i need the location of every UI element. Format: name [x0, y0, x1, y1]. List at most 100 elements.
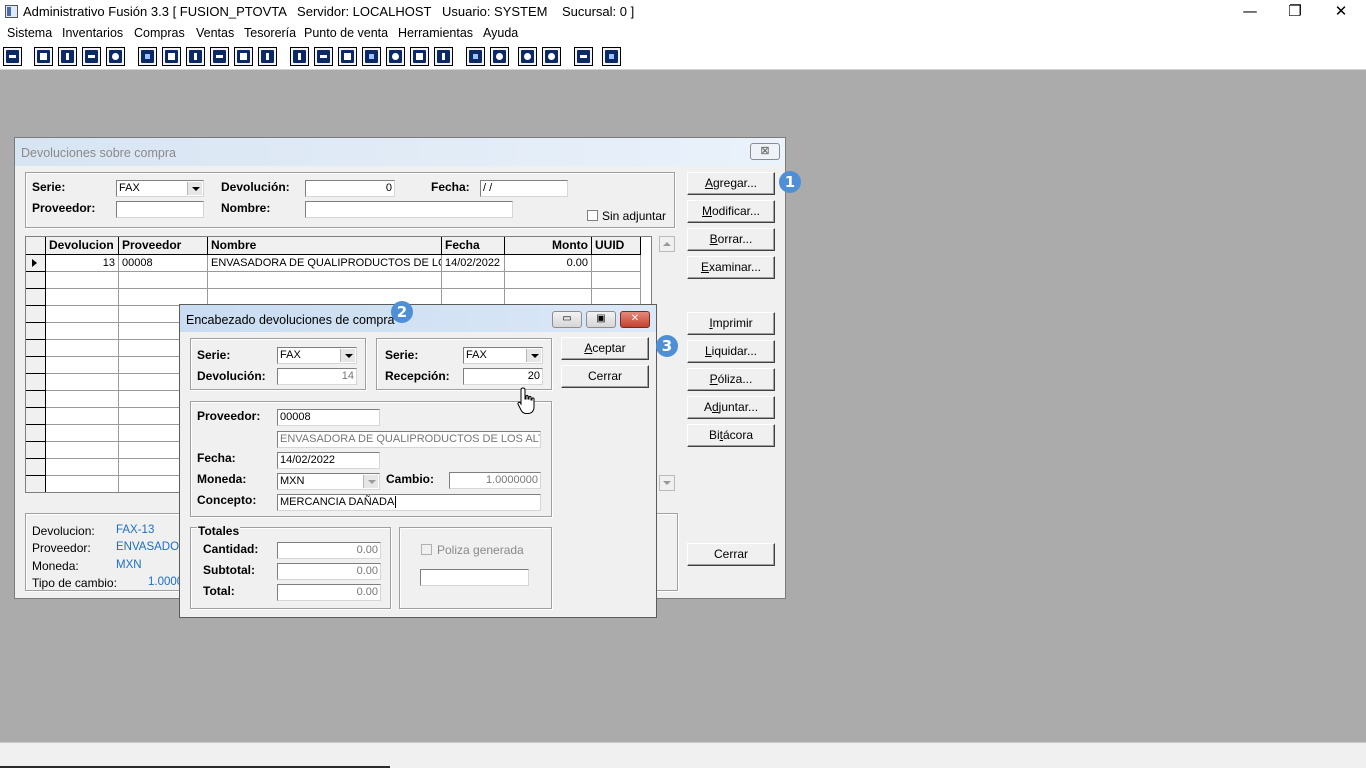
- table-row[interactable]: [592, 272, 641, 289]
- table-row[interactable]: 13: [46, 255, 119, 272]
- sin-adjuntar-checkbox[interactable]: [587, 210, 598, 221]
- report-icon[interactable]: [410, 47, 429, 66]
- undo-icon[interactable]: [542, 47, 561, 66]
- col-monto[interactable]: Monto: [505, 237, 592, 255]
- fecha-filter-input[interactable]: / /: [480, 180, 568, 197]
- row-selector[interactable]: [26, 425, 46, 442]
- table-icon[interactable]: [434, 47, 453, 66]
- serie2-combo[interactable]: FAX: [463, 347, 543, 364]
- row-selector[interactable]: [26, 323, 46, 340]
- liquidar-button[interactable]: Liquidar...: [687, 340, 775, 363]
- table-row[interactable]: [442, 272, 505, 289]
- dialog-close-icon[interactable]: ✕: [620, 311, 650, 328]
- transfer-icon[interactable]: [82, 47, 101, 66]
- close-button[interactable]: ✕: [1318, 0, 1364, 24]
- add-icon[interactable]: [362, 47, 381, 66]
- table-row[interactable]: [46, 272, 119, 289]
- poliza-generada-checkbox[interactable]: [421, 544, 432, 555]
- row-selector[interactable]: [26, 391, 46, 408]
- table-row[interactable]: [46, 374, 119, 391]
- row-selector[interactable]: [26, 476, 46, 492]
- grid-scrollbar[interactable]: [659, 236, 676, 493]
- table-row[interactable]: [505, 272, 592, 289]
- dialog-fecha-input[interactable]: 14/02/2022: [277, 452, 380, 469]
- dialog-proveedor-input[interactable]: 00008: [277, 409, 380, 426]
- pillars-icon[interactable]: [290, 47, 309, 66]
- folder-icon[interactable]: [162, 47, 181, 66]
- nombre-filter-input[interactable]: [305, 201, 513, 218]
- menu-punto-de-venta[interactable]: Punto de venta: [304, 26, 388, 40]
- table-row[interactable]: [46, 357, 119, 374]
- table-row[interactable]: [46, 391, 119, 408]
- table-row[interactable]: 0.00: [505, 255, 592, 272]
- recepcion-input[interactable]: 20: [463, 368, 543, 385]
- serie-combo[interactable]: FAX: [116, 180, 204, 197]
- back-icon[interactable]: [574, 47, 593, 66]
- table-row[interactable]: [46, 306, 119, 323]
- row-selector[interactable]: [26, 255, 46, 272]
- export-icon[interactable]: [338, 47, 357, 66]
- col-fecha[interactable]: Fecha: [442, 237, 505, 255]
- refresh-icon[interactable]: [518, 47, 537, 66]
- adjuntar-button[interactable]: Adjuntar...: [687, 396, 775, 419]
- col-nombre[interactable]: Nombre: [208, 237, 442, 255]
- search-icon[interactable]: [106, 47, 125, 66]
- poliza-button[interactable]: Póliza...: [687, 368, 775, 391]
- home-icon[interactable]: [466, 47, 485, 66]
- page-icon[interactable]: [234, 47, 253, 66]
- imprimir-button[interactable]: Imprimir: [687, 312, 775, 335]
- examinar-button[interactable]: Examinar...: [687, 256, 775, 279]
- row-selector[interactable]: [26, 289, 46, 306]
- money-icon[interactable]: [386, 47, 405, 66]
- table-row[interactable]: [119, 272, 208, 289]
- menu-tesoreria[interactable]: Tesorería: [244, 26, 296, 40]
- col-uuid[interactable]: UUID: [592, 237, 641, 255]
- moneda-combo[interactable]: MXN: [277, 473, 380, 490]
- table-row[interactable]: [46, 442, 119, 459]
- row-selector[interactable]: [26, 357, 46, 374]
- table-row[interactable]: ENVASADORA DE QUALIPRODUCTOS DE LOS A: [208, 255, 442, 272]
- table-row[interactable]: [46, 408, 119, 425]
- user-icon[interactable]: [138, 47, 157, 66]
- row-selector[interactable]: [26, 272, 46, 289]
- table-row[interactable]: [208, 272, 442, 289]
- help-icon[interactable]: [602, 47, 621, 66]
- minimize-button[interactable]: —: [1227, 0, 1273, 24]
- concepto-input[interactable]: MERCANCIA DAÑADA: [277, 494, 541, 511]
- dialog-devolucion-input[interactable]: 14: [277, 368, 357, 385]
- zoom-icon[interactable]: [490, 47, 509, 66]
- table-row[interactable]: [46, 323, 119, 340]
- scroll-down-icon[interactable]: [659, 475, 675, 491]
- agregar-button[interactable]: Agregar...: [687, 172, 775, 195]
- modificar-button[interactable]: Modificar...: [687, 200, 775, 223]
- table-row[interactable]: [46, 425, 119, 442]
- document-icon[interactable]: [34, 47, 53, 66]
- proveedor-filter-input[interactable]: [116, 201, 204, 218]
- dialog-restore-icon[interactable]: ▣: [586, 311, 616, 328]
- row-selector[interactable]: [26, 374, 46, 391]
- calculator-icon[interactable]: [3, 47, 22, 66]
- devolucion-filter-input[interactable]: 0: [305, 180, 395, 197]
- table-row[interactable]: [46, 476, 119, 492]
- box-icon[interactable]: [314, 47, 333, 66]
- menu-herramientas[interactable]: Herramientas: [398, 26, 473, 40]
- borrar-button[interactable]: Borrar...: [687, 228, 775, 251]
- print-icon[interactable]: [210, 47, 229, 66]
- close-icon[interactable]: ⊠: [750, 143, 780, 160]
- cerrar-main-button[interactable]: Cerrar: [687, 543, 775, 566]
- col-proveedor[interactable]: Proveedor: [119, 237, 208, 255]
- aceptar-button[interactable]: Aceptar: [561, 337, 649, 360]
- clipboard-icon[interactable]: [58, 47, 77, 66]
- table-row[interactable]: [46, 340, 119, 357]
- serie1-combo[interactable]: FAX: [277, 347, 357, 364]
- scroll-up-icon[interactable]: [659, 236, 675, 252]
- row-selector[interactable]: [26, 306, 46, 323]
- row-selector[interactable]: [26, 408, 46, 425]
- menu-ayuda[interactable]: Ayuda: [483, 26, 518, 40]
- list-icon[interactable]: [258, 47, 277, 66]
- row-selector[interactable]: [26, 459, 46, 476]
- menu-sistema[interactable]: Sistema: [7, 26, 52, 40]
- table-row[interactable]: [46, 289, 119, 306]
- table-row[interactable]: 00008: [119, 255, 208, 272]
- table-row[interactable]: [46, 459, 119, 476]
